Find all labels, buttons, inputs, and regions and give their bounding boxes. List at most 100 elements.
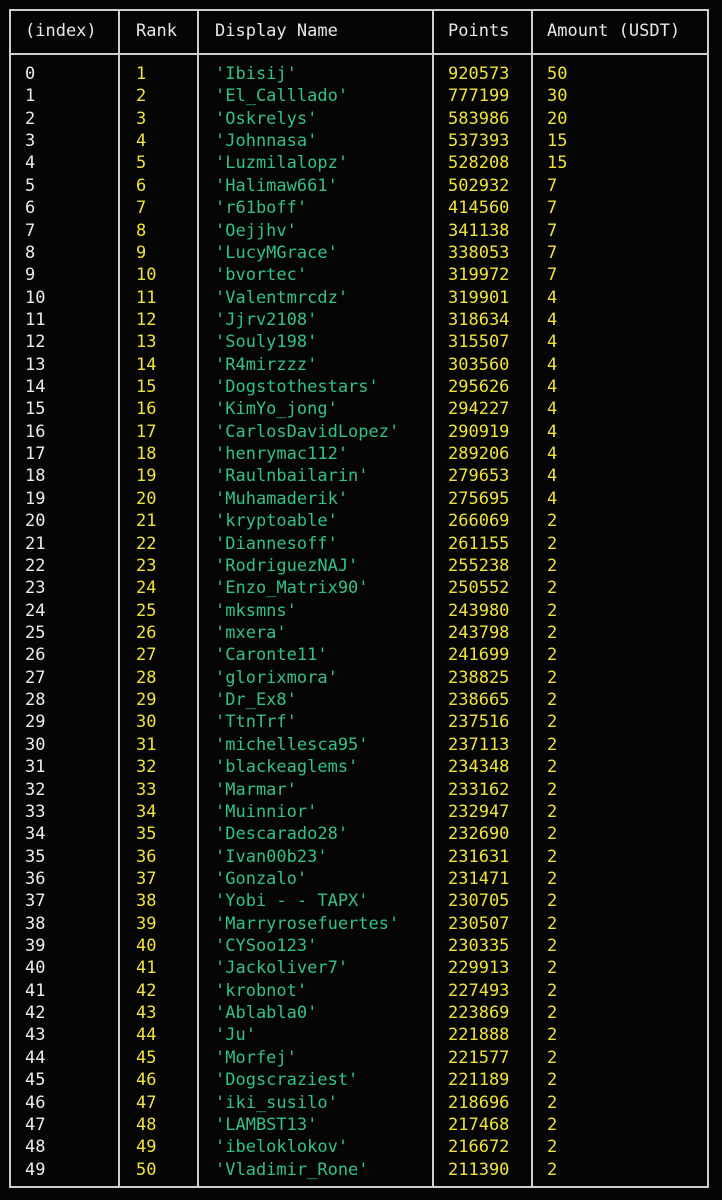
row-amount: 2 bbox=[547, 734, 558, 755]
row-rank: 17 bbox=[136, 421, 157, 442]
row-rank: 32 bbox=[136, 757, 157, 778]
row-rank: 5 bbox=[136, 153, 147, 174]
row-amount: 2 bbox=[547, 1070, 558, 1091]
row-index: 12 bbox=[25, 332, 46, 353]
row-points: 319901 bbox=[448, 287, 510, 308]
row-index: 46 bbox=[25, 1092, 46, 1113]
row-amount: 50 bbox=[547, 64, 568, 84]
row-index: 0 bbox=[25, 64, 36, 84]
row-rank: 26 bbox=[136, 622, 157, 643]
table-row: 4 5 'Luzmilalopz' 528208 15 bbox=[11, 152, 707, 174]
row-points: 221189 bbox=[448, 1070, 510, 1091]
table-row: 46 47 'iki_susilo' 218696 2 bbox=[11, 1092, 707, 1114]
row-display-name: 'bvortec' bbox=[215, 265, 308, 286]
row-points: 218696 bbox=[448, 1092, 510, 1113]
row-index: 28 bbox=[25, 690, 46, 711]
table-row: 9 10 'bvortec' 319972 7 bbox=[11, 264, 707, 286]
row-amount: 15 bbox=[547, 131, 568, 152]
row-amount: 4 bbox=[547, 444, 558, 465]
row-display-name: 'Luzmilalopz' bbox=[215, 153, 349, 174]
row-rank: 9 bbox=[136, 242, 147, 263]
row-points: 223869 bbox=[448, 1003, 510, 1024]
row-display-name: 'Raulnbailarin' bbox=[215, 466, 369, 487]
row-index: 42 bbox=[25, 1003, 46, 1024]
row-index: 41 bbox=[25, 980, 46, 1001]
row-points: 241699 bbox=[448, 645, 510, 666]
row-rank: 39 bbox=[136, 913, 157, 934]
row-display-name: 'Jjrv2108' bbox=[215, 309, 318, 330]
row-points: 266069 bbox=[448, 511, 510, 532]
row-display-name: 'KimYo_jong' bbox=[215, 399, 338, 420]
row-display-name: 'CarlosDavidLopez' bbox=[215, 421, 400, 442]
row-display-name: 'glorixmora' bbox=[215, 667, 338, 688]
row-rank: 29 bbox=[136, 690, 157, 711]
table-row: 1 2 'El_Calllado' 777199 30 bbox=[11, 85, 707, 107]
row-amount: 2 bbox=[547, 913, 558, 934]
row-rank: 21 bbox=[136, 511, 157, 532]
row-points: 275695 bbox=[448, 488, 510, 509]
row-index: 9 bbox=[25, 265, 36, 286]
row-rank: 7 bbox=[136, 198, 147, 219]
table-row: 42 43 'Ablabla0' 223869 2 bbox=[11, 1002, 707, 1024]
row-display-name: 'Caronte11' bbox=[215, 645, 328, 666]
row-display-name: 'Yobi - - TAPX' bbox=[215, 891, 369, 912]
row-index: 38 bbox=[25, 913, 46, 934]
row-display-name: 'mksmns' bbox=[215, 600, 297, 621]
row-index: 15 bbox=[25, 399, 46, 420]
row-index: 18 bbox=[25, 466, 46, 487]
row-display-name: 'El_Calllado' bbox=[215, 86, 349, 107]
row-rank: 38 bbox=[136, 891, 157, 912]
row-rank: 27 bbox=[136, 645, 157, 666]
row-display-name: 'ibeloklokov' bbox=[215, 1137, 349, 1158]
row-index: 16 bbox=[25, 421, 46, 442]
row-amount: 4 bbox=[547, 332, 558, 353]
table-row: 10 11 'Valentmrcdz' 319901 4 bbox=[11, 287, 707, 309]
row-rank: 13 bbox=[136, 332, 157, 353]
row-amount: 2 bbox=[547, 1025, 558, 1046]
row-index: 30 bbox=[25, 734, 46, 755]
row-amount: 2 bbox=[547, 712, 558, 733]
row-points: 238665 bbox=[448, 690, 510, 711]
row-amount: 2 bbox=[547, 690, 558, 711]
row-display-name: 'henrymac112' bbox=[215, 444, 349, 465]
table-row: 35 36 'Ivan00b23' 231631 2 bbox=[11, 846, 707, 868]
row-display-name: 'krobnot' bbox=[215, 980, 308, 1001]
row-amount: 4 bbox=[547, 488, 558, 509]
row-amount: 2 bbox=[547, 1003, 558, 1024]
row-index: 13 bbox=[25, 354, 46, 375]
row-amount: 2 bbox=[547, 980, 558, 1001]
row-points: 319972 bbox=[448, 265, 510, 286]
row-index: 49 bbox=[25, 1159, 46, 1180]
row-rank: 24 bbox=[136, 578, 157, 599]
row-display-name: 'r61boff' bbox=[215, 198, 308, 219]
row-amount: 2 bbox=[547, 801, 558, 822]
row-index: 20 bbox=[25, 511, 46, 532]
row-rank: 45 bbox=[136, 1047, 157, 1068]
row-display-name: 'LucyMGrace' bbox=[215, 242, 338, 263]
row-index: 23 bbox=[25, 578, 46, 599]
row-index: 45 bbox=[25, 1070, 46, 1091]
row-amount: 2 bbox=[547, 958, 558, 979]
row-display-name: 'Souly198' bbox=[215, 332, 318, 353]
row-points: 230705 bbox=[448, 891, 510, 912]
row-rank: 31 bbox=[136, 734, 157, 755]
header-amount: Amount (USDT) bbox=[547, 21, 681, 41]
row-rank: 30 bbox=[136, 712, 157, 733]
row-rank: 33 bbox=[136, 779, 157, 800]
row-amount: 7 bbox=[547, 220, 558, 241]
row-index: 5 bbox=[25, 175, 36, 196]
row-points: 227493 bbox=[448, 980, 510, 1001]
row-display-name: 'Marryrosefuertes' bbox=[215, 913, 400, 934]
row-amount: 2 bbox=[547, 645, 558, 666]
table-row: 26 27 'Caronte11' 241699 2 bbox=[11, 644, 707, 666]
row-points: 230507 bbox=[448, 913, 510, 934]
row-index: 2 bbox=[25, 108, 36, 129]
row-points: 537393 bbox=[448, 131, 510, 152]
row-rank: 42 bbox=[136, 980, 157, 1001]
row-index: 6 bbox=[25, 198, 36, 219]
row-index: 22 bbox=[25, 555, 46, 576]
table-row: 8 9 'LucyMGrace' 338053 7 bbox=[11, 242, 707, 264]
table-row: 13 14 'R4mirzzz' 303560 4 bbox=[11, 354, 707, 376]
table-row: 12 13 'Souly198' 315507 4 bbox=[11, 331, 707, 353]
table-row: 39 40 'CYSoo123' 230335 2 bbox=[11, 935, 707, 957]
